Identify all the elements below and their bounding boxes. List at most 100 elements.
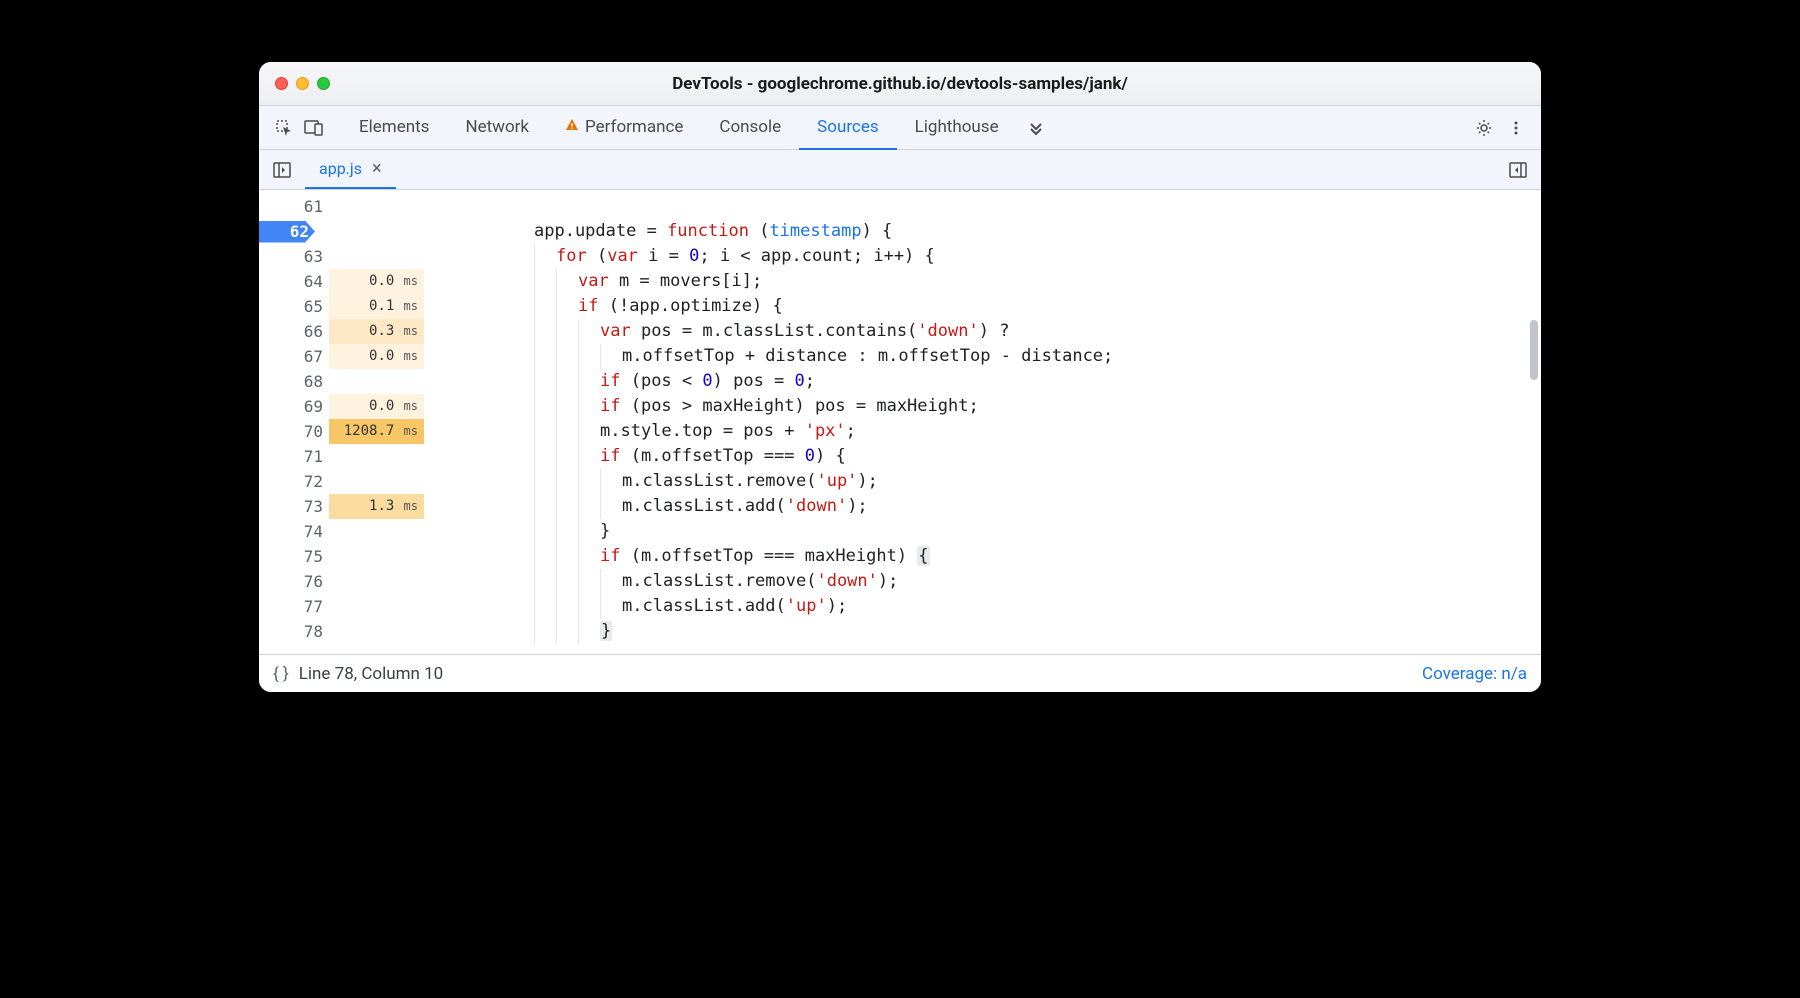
- gutter-row[interactable]: 72: [259, 469, 424, 494]
- line-number: 66: [275, 319, 329, 344]
- line-number: 77: [275, 594, 329, 619]
- line-number: 68: [275, 369, 329, 394]
- inspect-element-icon[interactable]: [269, 113, 299, 143]
- titlebar: DevTools - googlechrome.github.io/devtoo…: [259, 62, 1541, 106]
- gutter-row[interactable]: 63: [259, 244, 424, 269]
- gutter-row[interactable]: 731.3 ms: [259, 494, 424, 519]
- line-number: 73: [275, 494, 329, 519]
- coverage-link[interactable]: Coverage: n/a: [1422, 664, 1527, 684]
- line-number: 63: [275, 244, 329, 269]
- tab-lighthouse[interactable]: Lighthouse: [897, 106, 1017, 150]
- line-timing: 0.0 ms: [329, 269, 424, 294]
- line-timing: 0.0 ms: [329, 394, 424, 419]
- gutter-row[interactable]: 650.1 ms: [259, 294, 424, 319]
- kebab-menu-icon[interactable]: [1501, 113, 1531, 143]
- gutter-row[interactable]: 74: [259, 519, 424, 544]
- line-timing: 0.1 ms: [329, 294, 424, 319]
- tab-label: Lighthouse: [915, 117, 999, 137]
- line-number: 69: [275, 394, 329, 419]
- gutter-row[interactable]: 68: [259, 369, 424, 394]
- code-line[interactable]: m.classList.remove('up');: [534, 469, 1541, 494]
- code-line[interactable]: m.style.top = pos + 'px';: [534, 419, 1541, 444]
- tab-label: Performance: [585, 117, 683, 137]
- tab-label: Sources: [817, 117, 878, 137]
- code-line[interactable]: if (!app.optimize) {: [534, 294, 1541, 319]
- gutter-row[interactable]: 78: [259, 619, 424, 644]
- settings-gear-icon[interactable]: [1469, 113, 1499, 143]
- tab-label: Console: [719, 117, 781, 137]
- main-toolbar: Elements Network Performance Console Sources…: [259, 106, 1541, 150]
- main-tabs: Elements Network Performance Console Sources…: [341, 106, 1017, 150]
- tab-label: Elements: [359, 117, 429, 137]
- code-line[interactable]: if (m.offsetTop === 0) {: [534, 444, 1541, 469]
- tab-elements[interactable]: Elements: [341, 106, 447, 150]
- line-timing: 0.0 ms: [329, 344, 424, 369]
- gutter-row[interactable]: 61: [259, 194, 424, 219]
- gutter-row[interactable]: 75: [259, 544, 424, 569]
- line-number: 71: [275, 444, 329, 469]
- gutter-row[interactable]: 660.3 ms: [259, 319, 424, 344]
- gutter-row[interactable]: 76: [259, 569, 424, 594]
- line-timing: 1.3 ms: [329, 494, 424, 519]
- close-window-button[interactable]: [275, 77, 288, 90]
- cursor-position: Line 78, Column 10: [299, 664, 443, 684]
- gutter-row[interactable]: 640.0 ms: [259, 269, 424, 294]
- gutter-row[interactable]: 670.0 ms: [259, 344, 424, 369]
- code-line[interactable]: [534, 194, 1541, 219]
- line-number: 78: [275, 619, 329, 644]
- line-timing: 0.3 ms: [329, 319, 424, 344]
- code-line[interactable]: }: [534, 519, 1541, 544]
- right-pane-toggle-icon[interactable]: [1501, 150, 1535, 189]
- tab-console[interactable]: Console: [701, 106, 799, 150]
- code-editor[interactable]: 616263640.0 ms650.1 ms660.3 ms670.0 ms68…: [259, 190, 1541, 654]
- pretty-print-icon[interactable]: { }: [273, 664, 289, 684]
- devtools-window: DevTools - googlechrome.github.io/devtoo…: [259, 62, 1541, 692]
- zoom-window-button[interactable]: [317, 77, 330, 90]
- minimize-window-button[interactable]: [296, 77, 309, 90]
- window-title: DevTools - googlechrome.github.io/devtoo…: [275, 74, 1525, 94]
- code-line[interactable]: m.offsetTop + distance : m.offsetTop - d…: [534, 344, 1541, 369]
- gutter-row[interactable]: 690.0 ms: [259, 394, 424, 419]
- code-line[interactable]: m.classList.add('up');: [534, 594, 1541, 619]
- tab-label: Network: [465, 117, 529, 137]
- device-mode-icon[interactable]: [299, 113, 329, 143]
- more-tabs-icon[interactable]: [1021, 113, 1051, 143]
- line-number: 64: [275, 269, 329, 294]
- traffic-lights: [275, 77, 330, 90]
- code-line[interactable]: var pos = m.classList.contains('down') ?: [534, 319, 1541, 344]
- line-number: 65: [275, 294, 329, 319]
- warning-icon: [565, 118, 579, 136]
- code-line[interactable]: if (pos > maxHeight) pos = maxHeight;: [534, 394, 1541, 419]
- sources-subbar: app.js ×: [259, 150, 1541, 190]
- gutter-row[interactable]: 701208.7 ms: [259, 419, 424, 444]
- file-tab[interactable]: app.js ×: [305, 150, 396, 189]
- breakpoint-marker[interactable]: 62: [259, 219, 424, 244]
- statusbar: { } Line 78, Column 10 Coverage: n/a: [259, 654, 1541, 692]
- left-pane-toggle-icon[interactable]: [265, 150, 299, 189]
- gutter-row[interactable]: 71: [259, 444, 424, 469]
- line-number: 74: [275, 519, 329, 544]
- code-line[interactable]: app.update = function (timestamp) {: [534, 219, 1541, 244]
- code-line[interactable]: if (m.offsetTop === maxHeight) {: [534, 544, 1541, 569]
- line-number: 67: [275, 344, 329, 369]
- tab-sources[interactable]: Sources: [799, 106, 896, 150]
- code-line[interactable]: var m = movers[i];: [534, 269, 1541, 294]
- code-line[interactable]: }: [534, 619, 1541, 644]
- code-line[interactable]: m.classList.remove('down');: [534, 569, 1541, 594]
- line-number: 76: [275, 569, 329, 594]
- code-line[interactable]: m.classList.add('down');: [534, 494, 1541, 519]
- close-tab-icon[interactable]: ×: [372, 158, 382, 179]
- line-gutter[interactable]: 616263640.0 ms650.1 ms660.3 ms670.0 ms68…: [259, 190, 424, 654]
- line-number: 61: [275, 194, 329, 219]
- tab-network[interactable]: Network: [447, 106, 547, 150]
- gutter-row[interactable]: 77: [259, 594, 424, 619]
- line-number: 72: [275, 469, 329, 494]
- line-timing: 1208.7 ms: [329, 419, 424, 444]
- code-line[interactable]: for (var i = 0; i < app.count; i++) {: [534, 244, 1541, 269]
- scrollbar-thumb[interactable]: [1530, 320, 1538, 380]
- code-area[interactable]: app.update = function (timestamp) {for (…: [424, 190, 1541, 654]
- line-number: 75: [275, 544, 329, 569]
- code-line[interactable]: if (pos < 0) pos = 0;: [534, 369, 1541, 394]
- tab-performance[interactable]: Performance: [547, 106, 701, 150]
- line-number: 70: [275, 419, 329, 444]
